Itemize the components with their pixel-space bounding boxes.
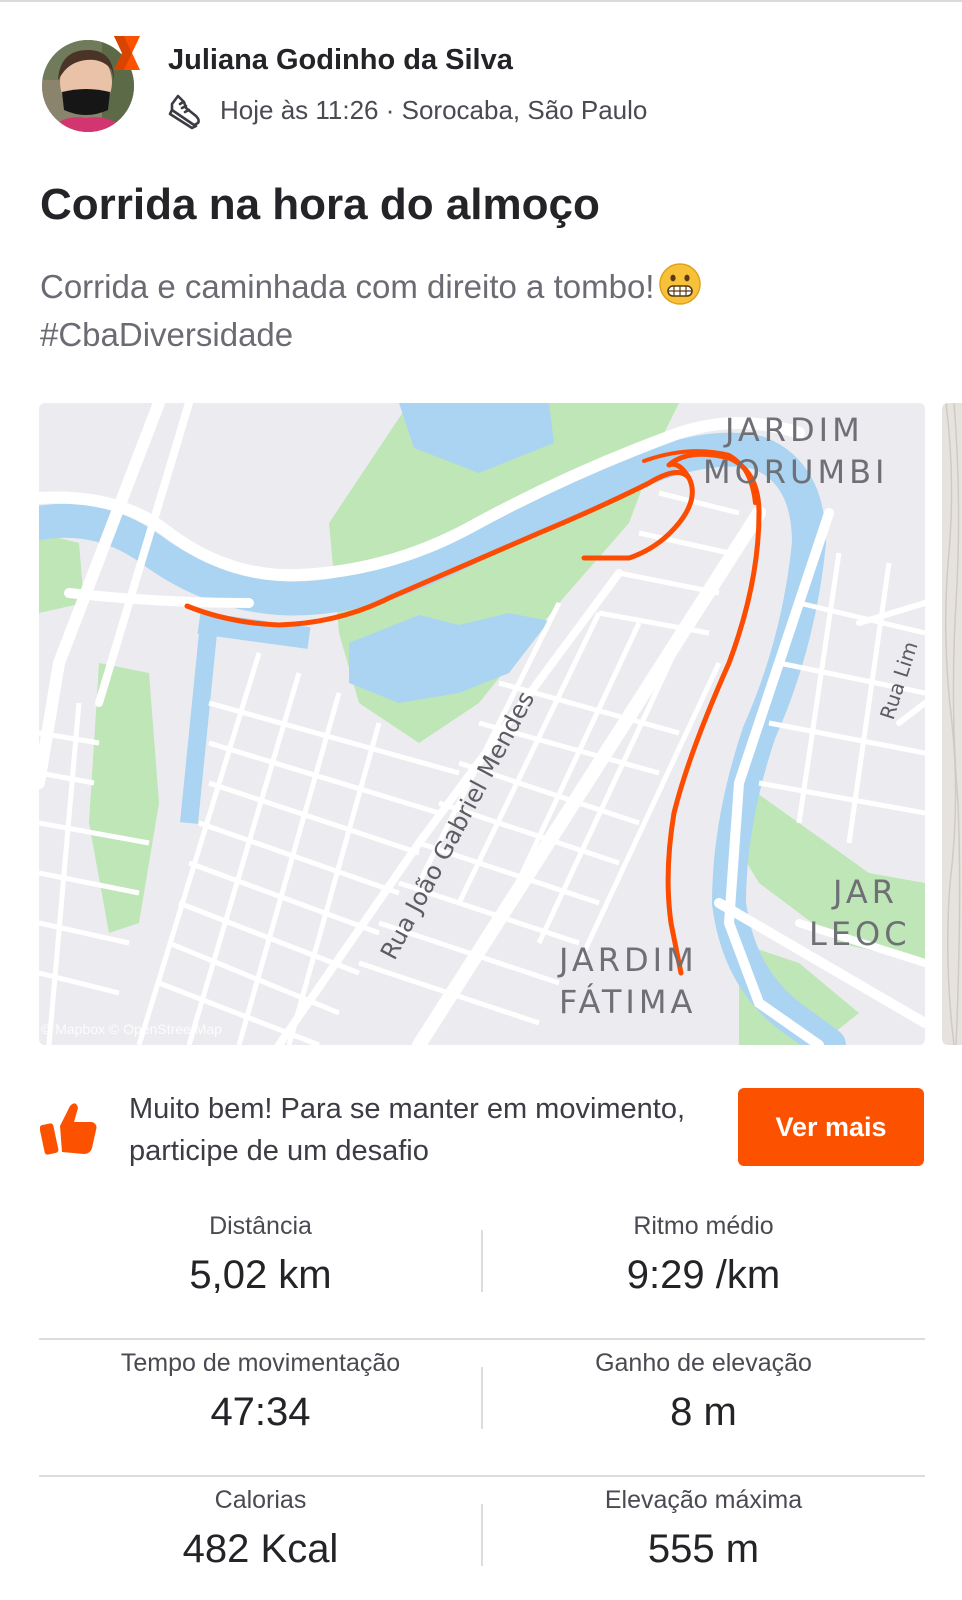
- stat-max-elevation: Elevação máxima 555 m: [482, 1474, 925, 1600]
- stat-value: 555 m: [647, 1527, 760, 1571]
- stats-row: Calorias 482 Kcal Elevação máxima 555 m: [39, 1474, 925, 1600]
- shoe-icon: [168, 94, 200, 130]
- stat-pace: Ritmo médio 9:29 /km: [482, 1200, 925, 1340]
- stat-label: Tempo de movimentação: [120, 1349, 401, 1377]
- map-label-jardim-fatima: JARDIM: [559, 941, 698, 979]
- map-label-morumbi: MORUMBI: [703, 453, 889, 491]
- stat-label: Ritmo médio: [633, 1212, 774, 1240]
- hashtag-link[interactable]: #CbaDiversidade: [40, 316, 293, 353]
- stat-value: 482 Kcal: [182, 1527, 339, 1571]
- see-more-button[interactable]: Ver mais: [738, 1088, 924, 1166]
- challenge-promo: Muito bem! Para se manter em movimento, …: [0, 1080, 962, 1190]
- stat-label: Ganho de elevação: [595, 1349, 812, 1377]
- map-label-leoc: LEOC: [809, 915, 911, 953]
- activity-description: Corrida e caminhada com direito a tombo!…: [40, 262, 920, 359]
- stat-label: Elevação máxima: [604, 1486, 803, 1514]
- stat-moving-time: Tempo de movimentação 47:34: [39, 1337, 482, 1477]
- stat-elevation-gain: Ganho de elevação 8 m: [482, 1337, 925, 1477]
- stat-label: Calorias: [214, 1486, 307, 1514]
- activity-stats: Distância 5,02 km Ritmo médio 9:29 /km T…: [39, 1200, 925, 1600]
- athlete-name[interactable]: Juliana Godinho da Silva: [168, 44, 513, 77]
- description-text: Corrida e caminhada com direito a tombo!: [40, 268, 655, 305]
- thumbs-up-icon: [40, 1103, 97, 1155]
- stat-value: 47:34: [210, 1390, 311, 1434]
- promo-text: Muito bem! Para se manter em movimento, …: [129, 1093, 686, 1167]
- activity-date-location: Hoje às 11:26 · Sorocaba, São Paulo: [220, 94, 648, 125]
- activity-header: Juliana Godinho da Silva Hoje às 11:26 ·…: [0, 0, 962, 150]
- route-map[interactable]: JARDIM MORUMBI JARDIM FÁTIMA JAR LEOC Ru…: [39, 403, 925, 1045]
- next-media-card[interactable]: [942, 403, 962, 1045]
- map-label-fatima: FÁTIMA: [559, 983, 697, 1021]
- stats-row: Distância 5,02 km Ritmo médio 9:29 /km: [39, 1200, 925, 1340]
- subscriber-badge-icon: [114, 36, 140, 70]
- stats-row: Tempo de movimentação 47:34 Ganho de ele…: [39, 1337, 925, 1477]
- grimacing-face-icon: [659, 263, 702, 305]
- stat-value: 9:29 /km: [626, 1253, 781, 1297]
- stat-calories: Calorias 482 Kcal: [39, 1474, 482, 1600]
- stat-value: 5,02 km: [189, 1253, 332, 1297]
- stat-value: 8 m: [670, 1390, 737, 1434]
- map-label-jardim-morumbi: JARDIM: [725, 411, 864, 449]
- map-attribution[interactable]: © Mapbox © OpenStreetMap: [41, 1021, 222, 1037]
- activity-title[interactable]: Corrida na hora do almoço: [40, 180, 600, 230]
- map-canvas: [39, 403, 925, 1045]
- map-label-jar: JAR: [833, 873, 898, 911]
- stat-label: Distância: [209, 1212, 312, 1240]
- athlete-avatar-wrap[interactable]: [42, 36, 140, 136]
- activity-meta: Hoje às 11:26 · Sorocaba, São Paulo: [166, 90, 647, 130]
- stat-distance: Distância 5,02 km: [39, 1200, 482, 1340]
